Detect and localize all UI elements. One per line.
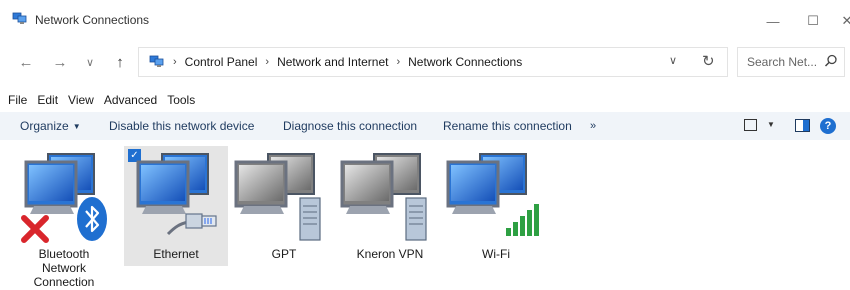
preview-pane-icon[interactable] <box>795 119 810 132</box>
ethernet-cable-icon <box>166 213 217 236</box>
chevron-right-icon[interactable]: › <box>265 56 269 68</box>
help-icon[interactable]: ? <box>820 118 836 134</box>
chevron-right-icon[interactable]: › <box>396 56 400 68</box>
refresh-icon[interactable]: ↻ <box>702 52 715 70</box>
recent-locations-button[interactable]: ∨ <box>78 50 102 74</box>
rename-connection-button[interactable]: Rename this connection <box>443 112 572 140</box>
connection-label: Bluetooth Network Connection <box>33 247 95 289</box>
more-commands-button[interactable]: » <box>590 112 596 140</box>
connection-wifi[interactable]: Wi-Fi <box>444 146 548 266</box>
connections-list: Bluetooth Network Connection ✓ Ethernet … <box>0 140 850 290</box>
connection-label: Wi-Fi <box>482 247 510 261</box>
breadcrumb-network-and-internet[interactable]: Network and Internet <box>277 55 388 69</box>
menu-advanced[interactable]: Advanced <box>99 90 162 110</box>
bluetooth-icon <box>77 197 107 241</box>
search-input[interactable] <box>747 55 825 69</box>
view-options-icon[interactable] <box>744 119 757 131</box>
error-x-icon <box>21 215 49 243</box>
chevron-down-icon[interactable]: ∨ <box>669 54 677 67</box>
disable-device-button[interactable]: Disable this network device <box>109 112 254 140</box>
caret-down-icon: ▼ <box>72 122 81 131</box>
connection-ethernet[interactable]: ✓ Ethernet <box>124 146 228 266</box>
command-bar: Organize ▼ Disable this network device Di… <box>0 112 850 140</box>
menu-view[interactable]: View <box>63 90 99 110</box>
network-connections-icon <box>149 55 164 67</box>
address-bar[interactable]: › Control Panel › Network and Internet ›… <box>138 47 728 77</box>
menu-bar: File Edit View Advanced Tools <box>0 90 200 110</box>
chevron-right-icon: › <box>173 56 177 68</box>
window-title: Network Connections <box>35 13 150 27</box>
organize-label: Organize <box>20 119 69 133</box>
server-icon <box>299 197 321 241</box>
network-connections-icon <box>12 12 27 24</box>
connection-kneron-vpn[interactable]: Kneron VPN <box>338 146 442 266</box>
caret-down-icon[interactable]: ▼ <box>767 120 775 129</box>
breadcrumb-network-connections[interactable]: Network Connections <box>408 55 522 69</box>
menu-edit[interactable]: Edit <box>32 90 63 110</box>
forward-button[interactable]: → <box>48 50 72 74</box>
menu-tools[interactable]: Tools <box>162 90 200 110</box>
menu-file[interactable]: File <box>0 90 32 110</box>
minimize-button[interactable]: — <box>756 8 790 34</box>
breadcrumb-control-panel[interactable]: Control Panel <box>185 55 258 69</box>
close-button[interactable]: ✕ <box>830 8 850 34</box>
maximize-button[interactable]: ☐ <box>796 8 830 34</box>
navigation-bar: ← → ∨ ↑ › Control Panel › Network and In… <box>0 42 850 82</box>
up-button[interactable]: ↑ <box>108 50 132 74</box>
connection-label: Kneron VPN <box>356 247 424 261</box>
wifi-signal-icon <box>506 204 539 236</box>
back-button[interactable]: ← <box>14 50 38 74</box>
connection-label: Ethernet <box>153 247 199 261</box>
title-bar: Network Connections — ☐ ✕ <box>0 0 850 40</box>
search-box[interactable] <box>737 47 845 77</box>
connection-label: GPT <box>271 247 297 261</box>
diagnose-connection-button[interactable]: Diagnose this connection <box>283 112 417 140</box>
connection-gpt[interactable]: GPT <box>232 146 336 266</box>
search-icon[interactable] <box>824 54 838 68</box>
server-icon <box>405 197 427 241</box>
connection-bluetooth[interactable]: Bluetooth Network Connection <box>12 146 116 289</box>
organize-button[interactable]: Organize ▼ <box>20 112 81 140</box>
